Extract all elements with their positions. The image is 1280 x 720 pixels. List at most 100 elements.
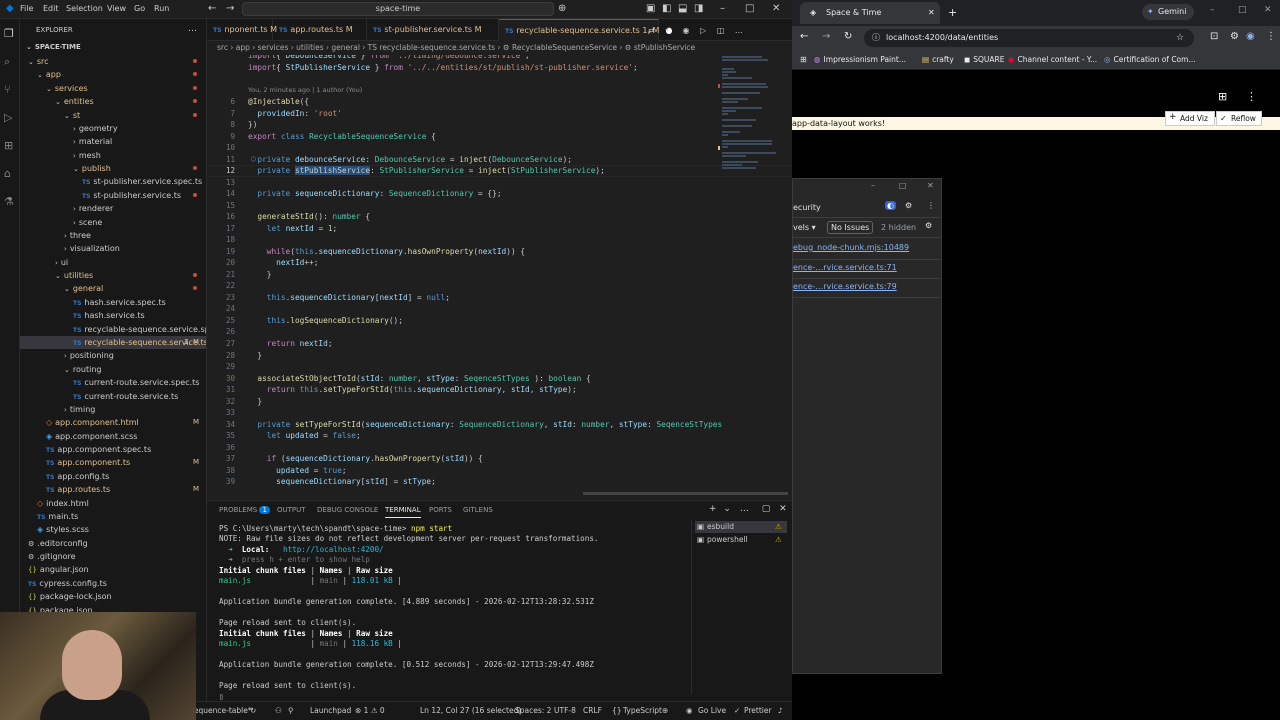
code-line[interactable]: this.sequenceDictionary[nextId] = null; bbox=[248, 293, 450, 302]
tree-item[interactable]: ⌄ entities bbox=[20, 95, 206, 108]
tree-item[interactable]: ◇ index.html bbox=[20, 497, 206, 510]
page-grid-icon[interactable]: ⊞ bbox=[1218, 90, 1227, 103]
devtools-tab-security[interactable]: ecurity bbox=[793, 203, 821, 212]
go-live-status[interactable]: Go Live bbox=[698, 706, 726, 715]
devtools-more-icon[interactable]: ⋮ bbox=[927, 201, 935, 210]
code-line[interactable]: updated = true; bbox=[248, 466, 346, 475]
issues-button[interactable]: No Issues bbox=[827, 221, 874, 234]
tree-item[interactable]: ◈ app.component.scss bbox=[20, 430, 206, 443]
extensions-icon[interactable]: ⊞ bbox=[4, 139, 13, 152]
panel-tab-debug-console[interactable]: DEBUG CONSOLE bbox=[317, 506, 378, 514]
panel-tab-gitlens[interactable]: GITLENS bbox=[463, 506, 493, 514]
code-line[interactable]: import{ DebounceService } from '../timin… bbox=[248, 55, 530, 60]
notifications-icon[interactable]: ♪ bbox=[778, 706, 783, 715]
editor-tab[interactable]: TS recyclable-sequence.service.ts 1, M ● bbox=[499, 19, 672, 41]
tree-item[interactable]: › scene bbox=[20, 216, 206, 229]
tree-item[interactable]: ⚙ .gitignore bbox=[20, 550, 206, 563]
bookmark-item[interactable]: ▤ crafty bbox=[922, 55, 954, 64]
search-icon[interactable]: ⌕ bbox=[4, 55, 10, 69]
bookmark-item[interactable]: ◍ Impressionism Paint... bbox=[814, 55, 906, 64]
tree-item[interactable]: TS st-publisher.service.ts bbox=[20, 189, 206, 202]
devtools-minimize-icon[interactable]: – bbox=[871, 181, 875, 190]
browser-tab-space-time[interactable]: ◈ Space & Time ✕ bbox=[800, 2, 940, 24]
tree-item[interactable]: ◈ styles.scss bbox=[20, 523, 206, 536]
copilot-icon[interactable]: ⊕ bbox=[558, 3, 566, 14]
editor-tab[interactable]: TS app.routes.ts M bbox=[273, 19, 367, 41]
tree-item[interactable]: TS app.routes.ts M bbox=[20, 483, 206, 496]
copilot-status-icon[interactable]: ⊕ bbox=[662, 706, 668, 715]
console-source-link[interactable]: ence-…rvice.service.ts:71 bbox=[793, 263, 897, 272]
layout-icon[interactable]: ▣ bbox=[646, 3, 655, 14]
split-editor-icon[interactable]: ◫ bbox=[717, 26, 725, 35]
testing-icon[interactable]: ⚗ bbox=[4, 195, 14, 208]
devtools-maximize-icon[interactable]: □ bbox=[899, 181, 907, 190]
branch-status[interactable]: sequence-table* bbox=[190, 706, 252, 715]
code-line[interactable]: } bbox=[248, 351, 262, 360]
add-viz-button[interactable]: + Add Viz bbox=[1165, 111, 1215, 126]
line-ending[interactable]: CRLF bbox=[583, 706, 602, 715]
terminal-session[interactable]: ▣ esbuild ⚠ bbox=[695, 521, 787, 533]
close-icon[interactable]: ✕ bbox=[772, 3, 780, 14]
code-line[interactable]: if (sequenceDictionary.hasOwnProperty(st… bbox=[248, 454, 483, 463]
run-icon[interactable]: ▷ bbox=[700, 26, 706, 35]
tree-item[interactable]: TS st-publisher.service.spec.ts bbox=[20, 175, 206, 188]
code-line[interactable]: nextId++; bbox=[248, 258, 318, 267]
terminal-session[interactable]: ▣ powershell ⚠ bbox=[695, 534, 787, 546]
tree-item[interactable]: ⌄ publish bbox=[20, 162, 206, 175]
tree-item[interactable]: › positioning bbox=[20, 349, 206, 362]
maximize-icon[interactable]: □ bbox=[745, 3, 754, 14]
code-line[interactable]: while(this.sequenceDictionary.hasOwnProp… bbox=[248, 247, 525, 256]
tree-item[interactable]: TS app.component.spec.ts bbox=[20, 443, 206, 456]
git-icon[interactable]: ⚇ bbox=[275, 706, 282, 715]
code-line[interactable]: private sequenceDictionary: SequenceDict… bbox=[248, 189, 501, 198]
apps-grid-icon[interactable]: ⊞ bbox=[800, 55, 807, 64]
minimize-icon[interactable]: – bbox=[720, 3, 725, 14]
project-header[interactable]: ⌄ SPACE-TIME bbox=[26, 43, 81, 51]
toggle-secondary-icon[interactable]: ◨ bbox=[694, 3, 703, 14]
close-panel-icon[interactable]: ✕ bbox=[779, 504, 787, 514]
tree-item[interactable]: TS cypress.config.ts bbox=[20, 577, 206, 590]
browser-minimize-icon[interactable]: – bbox=[1210, 5, 1215, 15]
tree-item[interactable]: › three bbox=[20, 229, 206, 242]
extensions-puzzle-icon[interactable]: ⚙ bbox=[1230, 31, 1239, 42]
console-source-link[interactable]: ebug_node-chunk.mjs:10489 bbox=[793, 243, 909, 252]
site-info-icon[interactable]: ⓘ bbox=[872, 29, 880, 47]
code-line[interactable]: } bbox=[248, 397, 262, 406]
code-line[interactable]: sequenceDictionary[stId] = stType; bbox=[248, 477, 436, 486]
back-arrow-icon[interactable]: ← bbox=[208, 3, 216, 14]
open-preview-icon[interactable]: ◉ bbox=[683, 26, 690, 35]
cursor-position[interactable]: Ln 12, Col 27 (16 selected) bbox=[420, 706, 521, 715]
browser-back-icon[interactable]: ← bbox=[800, 31, 808, 42]
console-source-link[interactable]: ence-…rvice.service.ts:79 bbox=[793, 282, 897, 291]
prettier-status[interactable]: Prettier bbox=[744, 706, 772, 715]
tree-item[interactable]: ⌄ src bbox=[20, 55, 206, 68]
code-line[interactable]: } bbox=[248, 270, 272, 279]
run-debug-icon[interactable]: ▷ bbox=[4, 111, 12, 124]
new-terminal-icon[interactable]: + bbox=[709, 504, 717, 514]
menu-run[interactable]: Run bbox=[154, 4, 169, 13]
bookmark-item[interactable]: ◉ Channel content - Y... bbox=[1008, 55, 1097, 64]
tree-item[interactable]: › visualization bbox=[20, 242, 206, 255]
code-line[interactable]: this.logSequenceDictionary(); bbox=[248, 316, 403, 325]
log-levels-dropdown[interactable]: vels ▾ bbox=[793, 223, 816, 232]
reflow-button[interactable]: ✓ Reflow bbox=[1216, 111, 1262, 126]
code-line[interactable]: providedIn: 'root' bbox=[248, 109, 342, 118]
code-line[interactable]: private stPublishService: StPublisherSer… bbox=[248, 166, 605, 176]
tree-item[interactable]: ⌄ services bbox=[20, 82, 206, 95]
code-line[interactable]: export class RecyclableSequenceService { bbox=[248, 132, 436, 141]
breadcrumb[interactable]: src › app › services › utilities › gener… bbox=[207, 41, 792, 55]
tree-item[interactable]: ⌄ routing bbox=[20, 363, 206, 376]
menu-selection[interactable]: Selection bbox=[66, 4, 103, 13]
encoding[interactable]: UTF-8 bbox=[554, 706, 576, 715]
bookmark-star-icon[interactable]: ☆ bbox=[1176, 29, 1184, 47]
tree-item[interactable]: TS main.ts bbox=[20, 510, 206, 523]
profile-icon[interactable]: ◉ bbox=[1246, 31, 1255, 42]
forward-arrow-icon[interactable]: → bbox=[226, 3, 234, 14]
code-line[interactable]: private setTypeForStId(sequenceDictionar… bbox=[248, 420, 722, 429]
toggle-sidebar-icon[interactable]: ◧ bbox=[662, 3, 671, 14]
screenshot-icon[interactable]: ⊡ bbox=[1210, 31, 1218, 42]
code-line[interactable]: associateStObjectToId(stId: number, stTy… bbox=[248, 374, 590, 383]
blame-annotation[interactable]: You, 2 minutes ago | 1 author (You) bbox=[248, 86, 362, 94]
tree-item[interactable]: TS recyclable-sequence.service.ts 1, M bbox=[20, 335, 206, 349]
tree-item[interactable]: TS current-route.service.spec.ts bbox=[20, 376, 206, 389]
